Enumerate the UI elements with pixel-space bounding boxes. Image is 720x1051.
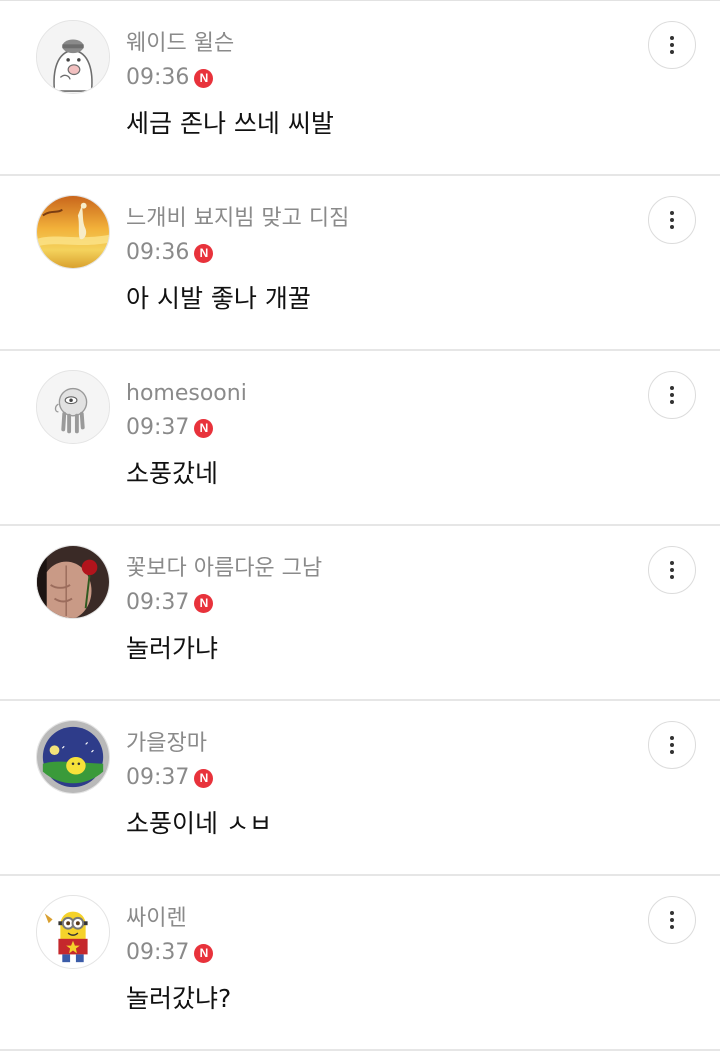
more-options-button[interactable] — [648, 371, 696, 419]
more-options-button[interactable] — [648, 896, 696, 944]
comment-time: 09:36 — [126, 65, 190, 90]
new-badge-icon: N — [194, 768, 214, 788]
comment-item: 꽃보다 아름다운 그남 09:37 N 놀러가냐 — [0, 526, 720, 701]
sunset-figure-avatar[interactable] — [36, 195, 110, 269]
vertical-dots-icon — [670, 386, 674, 404]
minion-avatar[interactable] — [36, 895, 110, 969]
comment-time: 09:37 — [126, 590, 190, 615]
comment-item: 가을장마 09:37 N 소풍이네 ㅅㅂ — [0, 701, 720, 876]
comment-text: 놀러갔냐? — [126, 984, 232, 1013]
comment-meta: 09:36 N — [126, 63, 214, 93]
comment-list: 웨이드 윌슨 09:36 N 세금 존나 쓰네 씨발 느개비 뵤지빔 맞고 디짐… — [0, 0, 720, 1051]
comment-text: 소풍이네 ㅅㅂ — [126, 809, 272, 838]
comment-author[interactable]: 가을장마 — [126, 729, 207, 759]
comment-text: 소풍갔네 — [126, 459, 219, 488]
comment-meta: 09:37 N — [126, 588, 214, 618]
comment-time: 09:37 — [126, 765, 190, 790]
comment-meta: 09:37 N — [126, 413, 214, 443]
new-badge-icon: N — [194, 418, 214, 438]
comment-item: homesooni 09:37 N 소풍갔네 — [0, 351, 720, 526]
comment-author[interactable]: 느개비 뵤지빔 맞고 디짐 — [126, 204, 349, 234]
comment-author[interactable]: 웨이드 윌슨 — [126, 29, 234, 59]
rose-photo-avatar[interactable] — [36, 545, 110, 619]
more-options-button[interactable] — [648, 721, 696, 769]
more-options-button[interactable] — [648, 21, 696, 69]
comment-meta: 09:36 N — [126, 238, 214, 268]
new-badge-icon: N — [194, 943, 214, 963]
comment-text: 놀러가냐 — [126, 634, 219, 663]
more-options-button[interactable] — [648, 546, 696, 594]
cyclops-doodle-avatar[interactable] — [36, 370, 110, 444]
comment-author[interactable]: homesooni — [126, 379, 247, 409]
comment-item: 싸이렌 09:37 N 놀러갔냐? — [0, 876, 720, 1051]
vertical-dots-icon — [670, 211, 674, 229]
vertical-dots-icon — [670, 36, 674, 54]
comment-time: 09:36 — [126, 240, 190, 265]
comment-item: 느개비 뵤지빔 맞고 디짐 09:36 N 아 시발 좋나 개꿀 — [0, 176, 720, 351]
vertical-dots-icon — [670, 561, 674, 579]
new-badge-icon: N — [194, 68, 214, 88]
chick-night-avatar[interactable] — [36, 720, 110, 794]
comment-author[interactable]: 싸이렌 — [126, 904, 187, 934]
new-badge-icon: N — [194, 593, 214, 613]
vertical-dots-icon — [670, 736, 674, 754]
comment-meta: 09:37 N — [126, 938, 214, 968]
comment-text: 세금 존나 쓰네 씨발 — [126, 109, 334, 138]
new-badge-icon: N — [194, 243, 214, 263]
comment-item: 웨이드 윌슨 09:36 N 세금 존나 쓰네 씨발 — [0, 1, 720, 176]
comment-meta: 09:37 N — [126, 763, 214, 793]
more-options-button[interactable] — [648, 196, 696, 244]
comment-text: 아 시발 좋나 개꿀 — [126, 284, 311, 313]
comment-time: 09:37 — [126, 940, 190, 965]
comment-time: 09:37 — [126, 415, 190, 440]
comment-author[interactable]: 꽃보다 아름다운 그남 — [126, 554, 322, 584]
bear-doodle-avatar[interactable] — [36, 20, 110, 94]
vertical-dots-icon — [670, 911, 674, 929]
